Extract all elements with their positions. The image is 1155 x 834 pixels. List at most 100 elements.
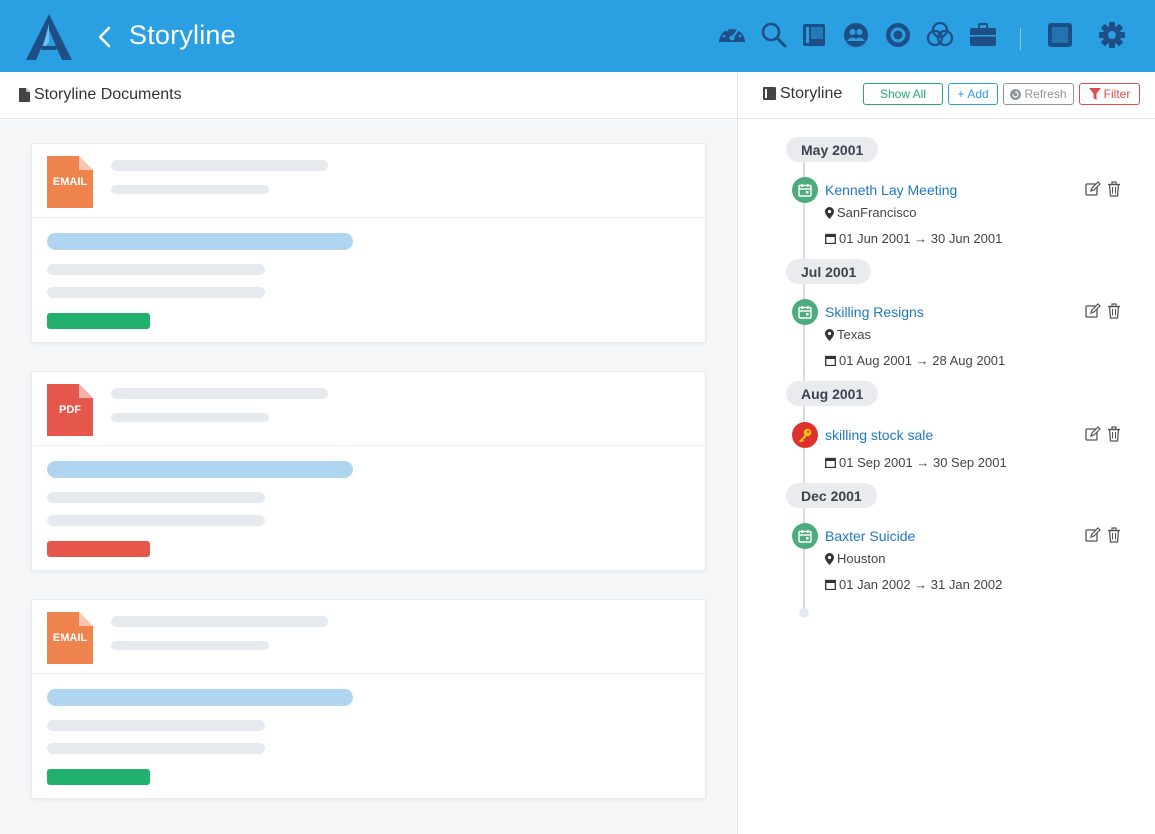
map-pin-icon bbox=[825, 328, 834, 341]
book-icon[interactable] bbox=[800, 20, 830, 50]
skeleton-line bbox=[111, 160, 328, 171]
refresh-label: Refresh bbox=[1024, 87, 1067, 101]
panel-icon[interactable] bbox=[1045, 20, 1075, 50]
map-pin-icon bbox=[825, 552, 834, 565]
filter-icon bbox=[1088, 88, 1101, 100]
briefcase-icon[interactable] bbox=[968, 20, 998, 50]
refresh-icon bbox=[1010, 88, 1022, 100]
skeleton-title bbox=[47, 233, 353, 250]
card-divider bbox=[32, 217, 705, 218]
calendar-icon bbox=[792, 177, 818, 203]
month-label: May 2001 bbox=[786, 137, 879, 162]
book-icon bbox=[763, 87, 776, 100]
dates-text: 01 Jan 2002 → 31 Jan 2002 bbox=[839, 577, 1003, 592]
skeleton-line bbox=[111, 641, 269, 650]
event-title[interactable]: Kenneth Lay Meeting bbox=[825, 182, 957, 198]
event-dates: 01 Aug 2001 → 28 Aug 2001 bbox=[825, 353, 1005, 368]
dates-text: 01 Aug 2001 → 28 Aug 2001 bbox=[839, 353, 1006, 368]
trash-icon[interactable] bbox=[1106, 426, 1122, 442]
target-icon[interactable] bbox=[883, 20, 913, 50]
plus-icon: + bbox=[957, 87, 965, 101]
event-title[interactable]: Skilling Resigns bbox=[825, 304, 924, 320]
event-title[interactable]: Baxter Suicide bbox=[825, 528, 915, 544]
calendar-small-icon bbox=[825, 355, 836, 366]
location-text: SanFrancisco bbox=[837, 205, 917, 220]
add-label: Add bbox=[967, 87, 989, 101]
skeleton-line bbox=[47, 287, 265, 298]
edit-icon[interactable] bbox=[1085, 426, 1101, 442]
file-type-label: EMAIL bbox=[52, 632, 88, 644]
gear-icon[interactable] bbox=[1097, 20, 1127, 50]
nav-separator bbox=[1020, 28, 1021, 50]
venn-icon[interactable] bbox=[925, 20, 955, 50]
skeleton-line bbox=[111, 388, 328, 399]
documents-title: Storyline Documents bbox=[34, 86, 182, 103]
documents-panel: EMAIL PDF EMAIL bbox=[0, 120, 737, 834]
storyline-title: Storyline bbox=[780, 85, 843, 102]
back-button[interactable] bbox=[94, 24, 116, 50]
skeleton-title bbox=[47, 461, 353, 478]
event-title[interactable]: skilling stock sale bbox=[825, 427, 933, 443]
dates-text: 01 Sep 2001 → 30 Sep 2001 bbox=[839, 455, 1007, 470]
status-tag bbox=[47, 541, 150, 557]
document-card[interactable]: PDF bbox=[31, 371, 706, 571]
skeleton-line bbox=[111, 185, 269, 194]
status-tag bbox=[47, 313, 150, 329]
panel-divider bbox=[737, 72, 738, 834]
trash-icon[interactable] bbox=[1106, 181, 1122, 197]
show-all-label: Show All bbox=[879, 87, 927, 101]
file-type-label: EMAIL bbox=[52, 176, 88, 188]
skeleton-line bbox=[47, 492, 265, 503]
show-all-button[interactable]: Show All bbox=[863, 83, 943, 105]
edit-icon[interactable] bbox=[1085, 527, 1101, 543]
edit-icon[interactable] bbox=[1085, 303, 1101, 319]
file-type-label: PDF bbox=[59, 404, 81, 416]
skeleton-title bbox=[47, 689, 353, 706]
skeleton-line bbox=[47, 720, 265, 731]
calendar-icon bbox=[792, 299, 818, 325]
calendar-small-icon bbox=[825, 457, 836, 468]
email-file-icon: EMAIL bbox=[47, 612, 93, 664]
refresh-button[interactable]: Refresh bbox=[1003, 83, 1074, 105]
edit-icon[interactable] bbox=[1085, 181, 1101, 197]
skeleton-line bbox=[47, 743, 265, 754]
skeleton-line bbox=[47, 264, 265, 275]
dates-text: 01 Jun 2001 → 30 Jun 2001 bbox=[839, 231, 1003, 246]
month-label: Dec 2001 bbox=[786, 483, 877, 508]
event-dates: 01 Jan 2002 → 31 Jan 2002 bbox=[825, 577, 1002, 592]
event-location: Houston bbox=[825, 551, 885, 566]
map-pin-icon bbox=[825, 206, 834, 219]
skeleton-line bbox=[47, 515, 265, 526]
users-icon[interactable] bbox=[841, 20, 871, 50]
documents-header: Storyline Documents bbox=[0, 72, 737, 119]
status-tag bbox=[47, 769, 150, 785]
app-logo[interactable] bbox=[24, 12, 74, 62]
card-divider bbox=[32, 673, 705, 674]
add-button[interactable]: + Add bbox=[948, 83, 998, 105]
event-dates: 01 Sep 2001 → 30 Sep 2001 bbox=[825, 455, 1007, 470]
event-dates: 01 Jun 2001 → 30 Jun 2001 bbox=[825, 231, 1002, 246]
calendar-small-icon bbox=[825, 233, 836, 244]
event-location: Texas bbox=[825, 327, 871, 342]
location-text: Texas bbox=[837, 327, 871, 342]
trash-icon[interactable] bbox=[1106, 527, 1122, 543]
top-bar: Storyline bbox=[0, 0, 1155, 72]
month-label: Aug 2001 bbox=[786, 381, 879, 406]
timeline-end-dot bbox=[799, 608, 809, 618]
page-title: Storyline bbox=[129, 20, 236, 50]
skeleton-line bbox=[111, 616, 328, 627]
dashboard-icon[interactable] bbox=[717, 20, 747, 50]
key-icon bbox=[792, 422, 818, 448]
document-icon bbox=[19, 88, 30, 102]
email-file-icon: EMAIL bbox=[47, 156, 93, 208]
event-location: SanFrancisco bbox=[825, 205, 916, 220]
filter-button[interactable]: Filter bbox=[1079, 83, 1140, 105]
skeleton-line bbox=[111, 413, 269, 422]
trash-icon[interactable] bbox=[1106, 303, 1122, 319]
calendar-small-icon bbox=[825, 579, 836, 590]
search-icon[interactable] bbox=[759, 20, 789, 50]
location-text: Houston bbox=[837, 551, 886, 566]
calendar-icon bbox=[792, 523, 818, 549]
document-card[interactable]: EMAIL bbox=[31, 599, 706, 799]
document-card[interactable]: EMAIL bbox=[31, 143, 706, 343]
